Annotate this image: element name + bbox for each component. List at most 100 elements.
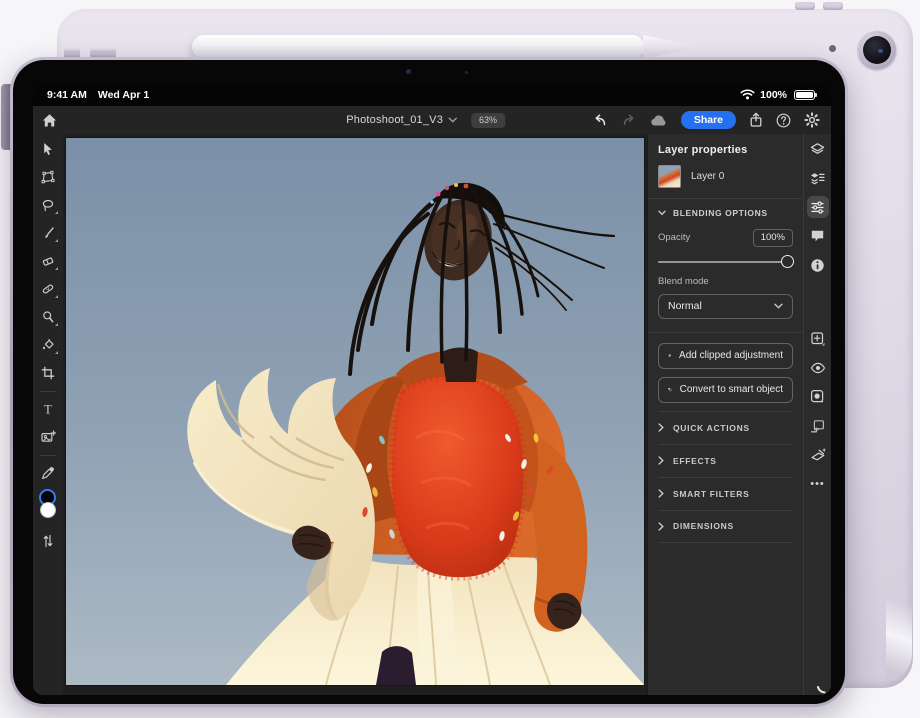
undo-button[interactable]	[592, 113, 608, 127]
add-clipped-adjustment-label: Add clipped adjustment	[679, 350, 783, 361]
canvas-area[interactable]	[63, 134, 647, 695]
section-effects[interactable]: EFFECTS	[658, 444, 793, 477]
front-mic-dot	[465, 71, 468, 74]
photo-canvas[interactable]	[66, 138, 644, 685]
home-button[interactable]	[42, 113, 57, 128]
settings-gear-icon[interactable]	[804, 112, 820, 128]
workspace: T	[33, 134, 831, 695]
chevron-right-icon	[658, 456, 664, 465]
type-tool[interactable]: T	[36, 397, 60, 421]
corner-handle-icon	[815, 680, 829, 694]
more-glyph: •••	[810, 479, 825, 490]
redo-button[interactable]	[621, 113, 637, 127]
section-quick-actions[interactable]: QUICK ACTIONS	[658, 411, 793, 444]
properties-sliders-icon[interactable]	[807, 196, 829, 218]
app-toolbar: Photoshoot_01_V3 63%	[33, 106, 831, 134]
layer-mask-icon[interactable]	[807, 386, 829, 408]
layer-name: Layer 0	[691, 171, 724, 182]
back-ipad-top-button	[823, 2, 843, 10]
export-share-icon[interactable]	[749, 112, 763, 128]
blend-mode-label: Blend mode	[658, 276, 793, 287]
more-options-icon[interactable]: •••	[807, 473, 829, 495]
cloud-sync-icon[interactable]	[650, 114, 668, 127]
flatten-icon[interactable]	[807, 444, 829, 466]
add-clipped-adjustment-button[interactable]: Add clipped adjustment	[658, 343, 793, 369]
layer-properties-panel: Layer properties Layer 0 BLENDING OPTION…	[647, 134, 803, 695]
place-photo-tool[interactable]	[36, 425, 60, 449]
smart-object-icon	[668, 383, 672, 396]
section-label: SMART FILTERS	[673, 489, 749, 499]
clipped-adjustment-icon	[668, 349, 671, 362]
back-ipad-edge-shine	[886, 584, 912, 680]
chevron-down-icon	[774, 303, 783, 309]
opacity-slider[interactable]	[658, 255, 793, 269]
section-label: DIMENSIONS	[673, 521, 734, 531]
document-title[interactable]: Photoshoot_01_V3	[346, 114, 443, 126]
blend-mode-value: Normal	[668, 300, 702, 312]
help-icon[interactable]	[776, 113, 791, 128]
wifi-icon	[740, 89, 755, 100]
section-dimensions[interactable]: DIMENSIONS	[658, 510, 793, 543]
background-color-chip[interactable]	[40, 502, 56, 518]
tool-rail-divider	[40, 391, 56, 392]
swap-arrows[interactable]	[36, 529, 60, 553]
foreground-background-colors[interactable]	[36, 489, 60, 525]
add-layer-icon[interactable]	[807, 328, 829, 350]
convert-to-smart-object-label: Convert to smart object	[680, 384, 783, 395]
share-button[interactable]: Share	[681, 111, 736, 130]
section-label: QUICK ACTIONS	[673, 423, 750, 433]
front-camera-icon	[406, 69, 412, 75]
opacity-slider-track[interactable]	[658, 261, 791, 263]
ipad-screen: 9:41 AM Wed Apr 1 100%	[33, 83, 831, 695]
opacity-slider-knob[interactable]	[781, 255, 794, 268]
info-icon[interactable]	[807, 254, 829, 276]
svg-text:T: T	[44, 402, 52, 416]
blending-options-header[interactable]: BLENDING OPTIONS	[658, 199, 793, 226]
clip-layer-icon[interactable]	[807, 415, 829, 437]
marketing-scene: 9:41 AM Wed Apr 1 100%	[0, 0, 920, 718]
blending-options-label: BLENDING OPTIONS	[673, 208, 768, 218]
section-smart-filters[interactable]: SMART FILTERS	[658, 477, 793, 510]
blend-mode-select[interactable]: Normal	[658, 294, 793, 319]
front-ipad-bezel: 9:41 AM Wed Apr 1 100%	[13, 60, 845, 704]
convert-to-smart-object-button[interactable]: Convert to smart object	[658, 377, 793, 403]
status-bar: 9:41 AM Wed Apr 1 100%	[33, 83, 831, 106]
healing-brush-tool[interactable]	[36, 277, 60, 301]
rear-camera-lens	[863, 36, 891, 64]
brush-tool[interactable]	[36, 221, 60, 245]
layer-row[interactable]: Layer 0	[658, 165, 793, 198]
rear-camera-icon	[858, 31, 896, 69]
comments-icon[interactable]	[807, 225, 829, 247]
section-label: EFFECTS	[673, 456, 717, 466]
tool-rail-divider	[40, 455, 56, 456]
back-ipad-top-button	[795, 2, 815, 10]
battery-icon	[794, 90, 815, 100]
layer-stack-icon[interactable]	[807, 167, 829, 189]
rear-mic-dot	[829, 45, 836, 52]
battery-percent: 100%	[760, 89, 787, 101]
chevron-right-icon	[658, 423, 664, 432]
eyedropper-tool[interactable]	[36, 461, 60, 485]
clock-date: Wed Apr 1	[98, 89, 149, 101]
front-ipad-device: 9:41 AM Wed Apr 1 100%	[10, 57, 848, 707]
zoom-level-badge[interactable]: 63%	[471, 113, 505, 128]
chevron-down-icon	[658, 210, 666, 216]
clone-stamp-tool[interactable]	[36, 305, 60, 329]
fill-tool[interactable]	[36, 333, 60, 357]
rear-camera-glint	[878, 49, 883, 53]
move-tool[interactable]	[36, 137, 60, 161]
clock-time: 9:41 AM	[47, 89, 87, 101]
transform-tool[interactable]	[36, 165, 60, 189]
layer-thumbnail[interactable]	[658, 165, 681, 188]
opacity-value-field[interactable]: 100%	[753, 229, 793, 247]
chevron-right-icon	[658, 489, 664, 498]
tool-rail: T	[33, 134, 63, 695]
lasso-select-tool[interactable]	[36, 193, 60, 217]
chevron-down-icon[interactable]	[448, 117, 457, 123]
crop-tool[interactable]	[36, 361, 60, 385]
panel-title: Layer properties	[658, 144, 793, 156]
opacity-label: Opacity	[658, 232, 690, 243]
eraser-tool[interactable]	[36, 249, 60, 273]
layer-visibility-icon[interactable]	[807, 357, 829, 379]
layers-icon[interactable]	[807, 138, 829, 160]
